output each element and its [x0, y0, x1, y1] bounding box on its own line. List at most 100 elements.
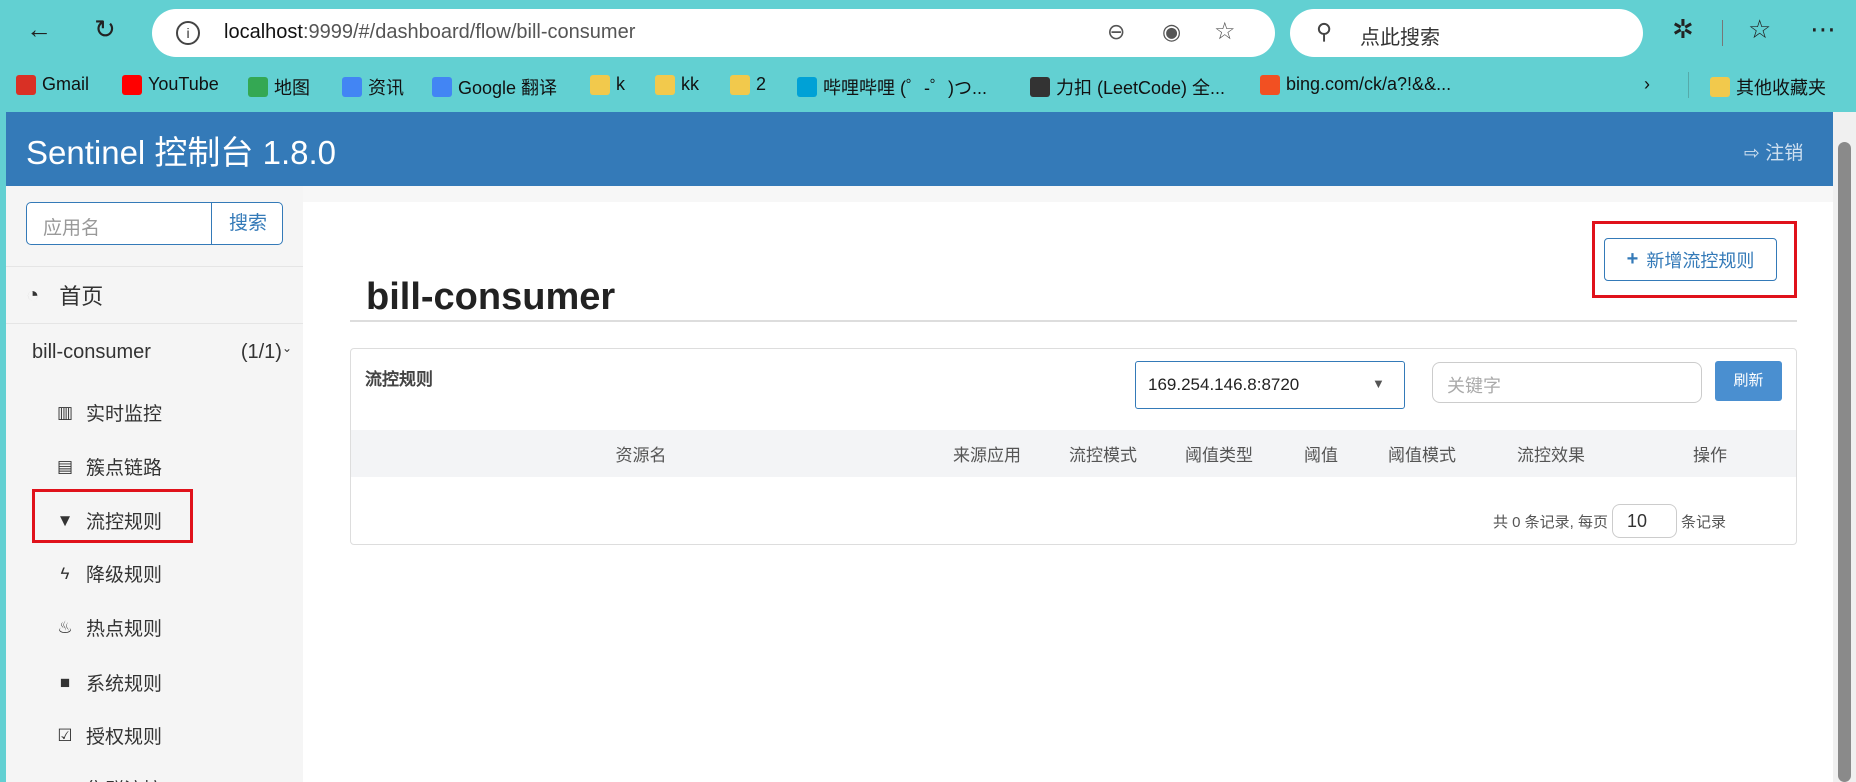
- bookmark-item[interactable]: 地图: [248, 74, 310, 100]
- star-icon[interactable]: ☆: [1214, 17, 1236, 46]
- reload-icon[interactable]: ↻: [94, 14, 116, 45]
- machine-select[interactable]: 169.254.146.8:8720 ▼: [1135, 361, 1405, 409]
- highlight-box: [32, 489, 193, 543]
- bookmark-item[interactable]: 哔哩哔哩 (゜-゜)つ...: [797, 74, 987, 100]
- column-header: 资源名: [615, 446, 667, 465]
- pagination: 共 0 条记录, 每页 10 条记录: [1493, 504, 1726, 538]
- sidebar: 应用名 搜索 ◔ 首页 bill-consumer (1/1)⌄ ▥ 实时监控 ▤ 簇点…: [6, 186, 303, 782]
- column-header: 阈值类型: [1185, 446, 1253, 465]
- other-bookmarks-label: 其他收藏夹: [1736, 78, 1826, 98]
- sidebar-app-bill-consumer[interactable]: bill-consumer (1/1)⌄: [32, 341, 292, 364]
- bookmark-favicon-icon: [1030, 77, 1050, 97]
- edge-icon[interactable]: ◉: [1162, 19, 1181, 45]
- divider: [350, 320, 1797, 322]
- column-header: 流控模式: [1069, 446, 1137, 465]
- logout-label: 注销: [1765, 143, 1804, 164]
- sidebar-item[interactable]: ▥ 实时监控: [56, 399, 162, 426]
- bookmark-favicon-icon: [1260, 74, 1280, 95]
- back-icon[interactable]: ←: [26, 14, 52, 45]
- scrollbar-thumb[interactable]: [1838, 142, 1851, 782]
- pagination-suffix: 条记录: [1681, 513, 1727, 531]
- bookmark-label: 地图: [274, 78, 310, 98]
- keyword-input[interactable]: 关键字: [1432, 362, 1702, 403]
- column-header: 阈值: [1304, 446, 1338, 465]
- divider: [1688, 72, 1689, 98]
- app-search-button[interactable]: 搜索: [211, 203, 282, 244]
- bookmark-label: bing.com/ck/a?!&&...: [1286, 74, 1452, 94]
- sidebar-item-label: 降级规则: [86, 565, 163, 586]
- bookmark-item[interactable]: k: [590, 74, 625, 95]
- sidebar-item[interactable]: ● 集群流控: [56, 775, 162, 782]
- home-label: 首页: [59, 284, 104, 309]
- info-icon[interactable]: i: [176, 21, 200, 45]
- page-size-input[interactable]: 10: [1612, 504, 1678, 538]
- sidebar-item[interactable]: ▤ 簇点链路: [56, 453, 162, 480]
- machine-value: 169.254.146.8:8720: [1148, 375, 1300, 394]
- sidebar-item[interactable]: ■ 系统规则: [56, 669, 162, 696]
- bookmark-favicon-icon: [432, 77, 452, 97]
- column-header: 来源应用: [953, 446, 1021, 465]
- bookmark-label: Google 翻译: [458, 78, 558, 98]
- other-bookmarks[interactable]: 其他收藏夹: [1710, 74, 1826, 100]
- user-icon: ●: [56, 779, 74, 782]
- bookmarks-chevron-icon[interactable]: ›: [1644, 74, 1650, 95]
- page-title: bill-consumer: [366, 276, 616, 318]
- bar-chart-icon: ▥: [56, 402, 74, 422]
- bookmark-label: 2: [756, 74, 767, 94]
- bookmark-item[interactable]: YouTube: [122, 74, 219, 95]
- column-header: 操作: [1693, 446, 1727, 465]
- logout-link[interactable]: ⇨ 注销: [1744, 138, 1803, 165]
- pagination-prefix: 共 0 条记录, 每页: [1493, 513, 1609, 531]
- address-bar[interactable]: i localhost:9999/#/dashboard/flow/bill-c…: [152, 9, 1275, 57]
- sidebar-item[interactable]: ☑ 授权规则: [56, 722, 162, 749]
- bookmark-item[interactable]: 力扣 (LeetCode) 全...: [1030, 74, 1225, 100]
- bookmark-label: 哔哩哔哩 (゜-゜)つ...: [823, 78, 987, 98]
- check-square-icon: ☑: [57, 725, 73, 745]
- app-header: Sentinel 控制台 1.8.0 ⇨ 注销: [6, 112, 1833, 186]
- sidebar-item[interactable]: ϟ 降级规则: [56, 560, 163, 587]
- extensions-icon[interactable]: ✲: [1672, 14, 1694, 45]
- bookmark-item[interactable]: kk: [655, 74, 699, 95]
- bolt-icon: ϟ: [60, 563, 70, 583]
- app-title: Sentinel 控制台 1.8.0: [26, 134, 336, 171]
- favorites-icon[interactable]: ☆: [1748, 14, 1771, 45]
- sidebar-item-label: 授权规则: [86, 727, 163, 748]
- refresh-button[interactable]: 刷新: [1715, 361, 1782, 401]
- bookmark-label: YouTube: [148, 74, 219, 94]
- app-name: bill-consumer: [32, 341, 151, 363]
- add-flow-rule-button[interactable]: + 新增流控规则: [1604, 238, 1777, 281]
- bookmark-item[interactable]: 2: [730, 74, 766, 95]
- bookmark-label: k: [616, 74, 625, 94]
- more-icon[interactable]: ⋯: [1810, 14, 1836, 45]
- divider: [1722, 20, 1723, 46]
- browser-search[interactable]: ⚲ 点此搜索: [1290, 9, 1643, 57]
- bookmark-item[interactable]: bing.com/ck/a?!&&...: [1260, 74, 1451, 95]
- bookmark-item[interactable]: Gmail: [16, 74, 89, 95]
- bookmark-item[interactable]: Google 翻译: [432, 74, 557, 100]
- bookmark-label: Gmail: [42, 74, 90, 94]
- bookmark-item[interactable]: 资讯: [342, 74, 404, 100]
- bookmark-favicon-icon: [655, 74, 675, 95]
- sidebar-item-label: 集群流控: [86, 775, 162, 782]
- rules-panel: 流控规则 169.254.146.8:8720 ▼ 关键字 刷新 资源名 来源应用…: [350, 348, 1797, 545]
- bookmark-favicon-icon: [248, 77, 268, 97]
- sentinel-app: Sentinel 控制台 1.8.0 ⇨ 注销 应用名 搜索 ◔ 首页 bill-…: [6, 112, 1833, 782]
- sidebar-item[interactable]: ♨ 热点规则: [56, 614, 162, 641]
- panel-title: 流控规则: [365, 370, 433, 389]
- scrollbar[interactable]: [1833, 112, 1856, 782]
- search-placeholder: 点此搜索: [1360, 27, 1440, 49]
- app-search: 应用名 搜索: [26, 202, 283, 245]
- folder-icon: [1710, 77, 1730, 97]
- bookmark-favicon-icon: [16, 74, 36, 95]
- app-count: (1/1): [240, 341, 282, 363]
- bookmark-favicon-icon: [797, 77, 817, 97]
- zoom-out-icon[interactable]: ⊖: [1107, 19, 1125, 45]
- sidebar-home[interactable]: ◔ 首页: [6, 266, 303, 324]
- sidebar-item-label: 实时监控: [86, 404, 163, 425]
- add-button-label: 新增流控规则: [1646, 250, 1755, 271]
- app-search-input[interactable]: 应用名: [43, 213, 100, 240]
- main-area: bill-consumer + 新增流控规则 流控规则 169.254.146.8…: [303, 186, 1833, 782]
- bookmark-label: 资讯: [368, 78, 404, 98]
- dashboard-icon: ◔: [26, 282, 40, 307]
- sidebar-item-label: 热点规则: [86, 619, 163, 640]
